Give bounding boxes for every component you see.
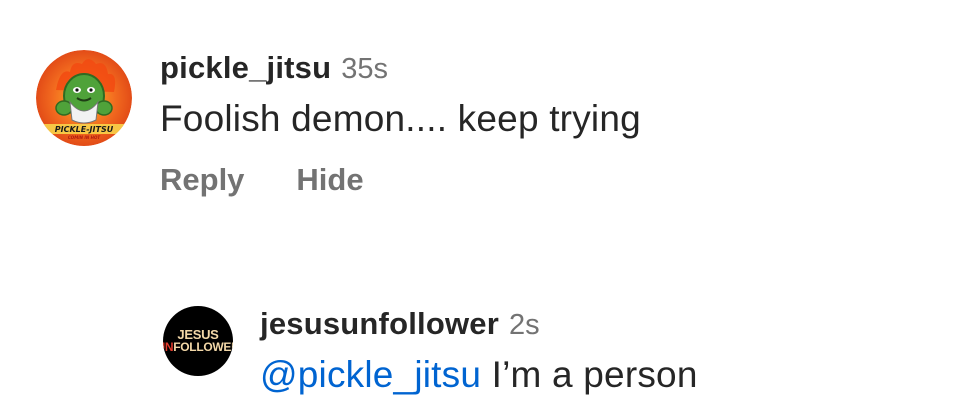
avatar-logo-line2-rest: FOLLOWER [173, 340, 233, 354]
reply-button[interactable]: Reply [160, 162, 244, 198]
avatar-logo: JESUS UNFOLLOWER [163, 306, 233, 376]
avatar-logo-subtext: COMIN IN HOT [67, 135, 101, 140]
pickle-jitsu-avatar[interactable]: PICKLE-JITSU COMIN IN HOT [36, 50, 132, 146]
comment-timestamp: 2s [508, 309, 540, 341]
comment-username[interactable]: pickle_jitsu [160, 50, 331, 86]
mention-link[interactable]: @pickle_jitsu [260, 354, 481, 395]
avatar-logo-line2: UNFOLLOWER [163, 341, 233, 353]
hide-button[interactable]: Hide [296, 162, 363, 198]
comment-item: PICKLE-JITSU COMIN IN HOT pickle_jitsu 3… [36, 50, 641, 198]
comment-username[interactable]: jesusunfollower [260, 306, 499, 342]
comment-text: @pickle_jitsu I’m a person [260, 354, 698, 396]
jesus-unfollower-avatar[interactable]: JESUS UNFOLLOWER [163, 306, 233, 376]
reply-comment-item: JESUS UNFOLLOWER jesusunfollower 2s @pic… [163, 306, 698, 396]
avatar-logo-text: PICKLE-JITSU [54, 125, 114, 134]
comment-meta: jesusunfollower 2s [260, 306, 698, 342]
comment-text-body: I’m a person [481, 354, 698, 395]
comment-body: pickle_jitsu 35s Foolish demon.... keep … [160, 50, 641, 198]
comment-text: Foolish demon.... keep trying [160, 98, 641, 139]
comment-body: jesusunfollower 2s @pickle_jitsu I’m a p… [260, 306, 698, 396]
comment-meta: pickle_jitsu 35s [160, 50, 641, 86]
avatar-logo-line2-red: UN [163, 340, 174, 354]
comment-actions: Reply Hide [160, 162, 641, 198]
comment-timestamp: 35s [341, 53, 389, 85]
